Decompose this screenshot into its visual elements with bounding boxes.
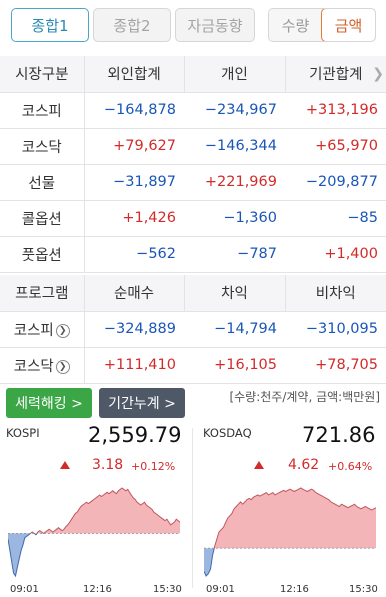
table-row[interactable]: 코스피 −164,878 −234,967 +313,196 <box>0 92 386 129</box>
cell-value: +78,705 <box>285 347 386 384</box>
cell-value: +16,105 <box>184 347 285 384</box>
kospi-pct: +0.12% <box>131 460 176 473</box>
top-tab-bar: 종합1 종합2 자금동향 수량 금액 <box>0 0 386 52</box>
kosdaq-change: 4.62 <box>288 457 320 473</box>
header-market: 시장구분 <box>0 56 84 93</box>
kosdaq-pct: +0.64% <box>328 460 373 473</box>
kospi-time-mid: 12:16 <box>83 584 112 595</box>
ranking-button[interactable]: 세력해킹 > <box>6 388 92 418</box>
triangle-up-icon <box>254 461 264 469</box>
header-foreign: 외인합계 <box>83 56 184 93</box>
row-label[interactable]: 코스닥 ❯ <box>0 347 85 384</box>
unit-note: [수량:천주/계약, 금액:백만원] <box>229 390 380 404</box>
header-net-buy: 순매수 <box>83 275 184 312</box>
cell-value: −787 <box>184 236 285 273</box>
sparkline-up-area <box>204 488 376 549</box>
cell-value: −164,878 <box>84 92 184 129</box>
kospi-sparkline[interactable] <box>8 484 180 580</box>
cell-value: −14,794 <box>184 311 285 348</box>
cell-value: −209,877 <box>285 164 386 201</box>
chevron-right-icon[interactable]: ❯ <box>55 323 70 338</box>
table-row[interactable]: 코스피 ❯ −324,889 −14,794 −310,095 <box>0 311 386 348</box>
kospi-value: 2,559.79 <box>88 423 182 447</box>
cell-value: +111,410 <box>84 347 184 384</box>
cell-value: +221,969 <box>184 164 285 201</box>
cell-value: +79,627 <box>84 128 184 165</box>
row-label[interactable]: 코스피 ❯ <box>0 311 85 348</box>
table-row[interactable]: 선물 −31,897 +221,969 −209,877 <box>0 164 386 201</box>
toggle-amount[interactable]: 금액 <box>321 9 375 41</box>
table-row[interactable]: 코스닥 ❯ +111,410 +16,105 +78,705 <box>0 347 386 384</box>
header-non-arbitrage: 비차익 <box>284 275 386 312</box>
row-label: 콜옵션 <box>0 200 85 237</box>
table-row[interactable]: 코스닥 +79,627 −146,344 +65,970 <box>0 128 386 165</box>
kospi-change: 3.18 <box>92 457 124 473</box>
header-program: 프로그램 <box>0 275 84 312</box>
cell-value: +1,400 <box>285 236 386 273</box>
kosdaq-time-mid: 12:16 <box>280 584 309 595</box>
row-label: 코스닥 <box>0 128 85 165</box>
row-label: 풋옵션 <box>0 236 85 273</box>
chevron-right-icon[interactable]: ❯ <box>372 66 384 82</box>
cell-value: −85 <box>285 200 386 237</box>
kosdaq-time-start: 09:01 <box>206 584 235 595</box>
quantity-amount-toggle: 수량 금액 <box>268 8 376 42</box>
program-table-header: 프로그램 순매수 차익 비차익 <box>0 275 386 312</box>
header-individual: 개인 <box>183 56 285 93</box>
header-institution: 기관합계 <box>284 56 386 93</box>
tab-summary1[interactable]: 종합1 <box>11 8 89 42</box>
cell-value: −146,344 <box>184 128 285 165</box>
header-arbitrage: 차익 <box>183 275 285 312</box>
kospi-label: KOSPI <box>6 426 40 440</box>
cell-value: −31,897 <box>84 164 184 201</box>
chevron-right-icon[interactable]: ❯ <box>55 359 70 374</box>
cell-value: −562 <box>84 236 184 273</box>
cell-value: +65,970 <box>285 128 386 165</box>
investor-table-header: 시장구분 외인합계 개인 기관합계 <box>0 56 386 93</box>
cell-value: −234,967 <box>184 92 285 129</box>
table-row[interactable]: 풋옵션 −562 −787 +1,400 <box>0 236 386 273</box>
table-row[interactable]: 콜옵션 +1,426 −1,360 −85 <box>0 200 386 237</box>
kospi-time-end: 15:30 <box>153 584 182 595</box>
kosdaq-value: 721.86 <box>302 423 376 447</box>
cell-value: −310,095 <box>285 311 386 348</box>
tab-fund-flow[interactable]: 자금동향 <box>175 8 255 42</box>
kosdaq-label: KOSDAQ <box>203 426 252 440</box>
triangle-up-icon <box>60 461 70 469</box>
program-table: 프로그램 순매수 차익 비차익 코스피 ❯ −324,889 −14,794 −3… <box>0 275 386 384</box>
row-label-text: 코스닥 <box>13 358 54 375</box>
cell-value: +313,196 <box>285 92 386 129</box>
kosdaq-time-end: 15:30 <box>349 584 378 595</box>
sparkline-up-area <box>30 488 180 534</box>
cell-value: +1,426 <box>84 200 184 237</box>
row-label: 선물 <box>0 164 85 201</box>
cell-value: −1,360 <box>184 200 285 237</box>
cell-value: −324,889 <box>84 311 184 348</box>
investor-table: 시장구분 외인합계 개인 기관합계 코스피 −164,878 −234,967 … <box>0 56 386 273</box>
kospi-time-start: 09:01 <box>10 584 39 595</box>
panel-divider <box>192 428 193 588</box>
kosdaq-sparkline[interactable] <box>204 484 376 580</box>
row-label-text: 코스피 <box>13 322 54 339</box>
row-label: 코스피 <box>0 92 85 129</box>
toggle-quantity[interactable]: 수량 <box>269 9 322 41</box>
period-total-button[interactable]: 기간누계 > <box>99 388 185 418</box>
tab-summary2[interactable]: 종합2 <box>93 8 171 42</box>
